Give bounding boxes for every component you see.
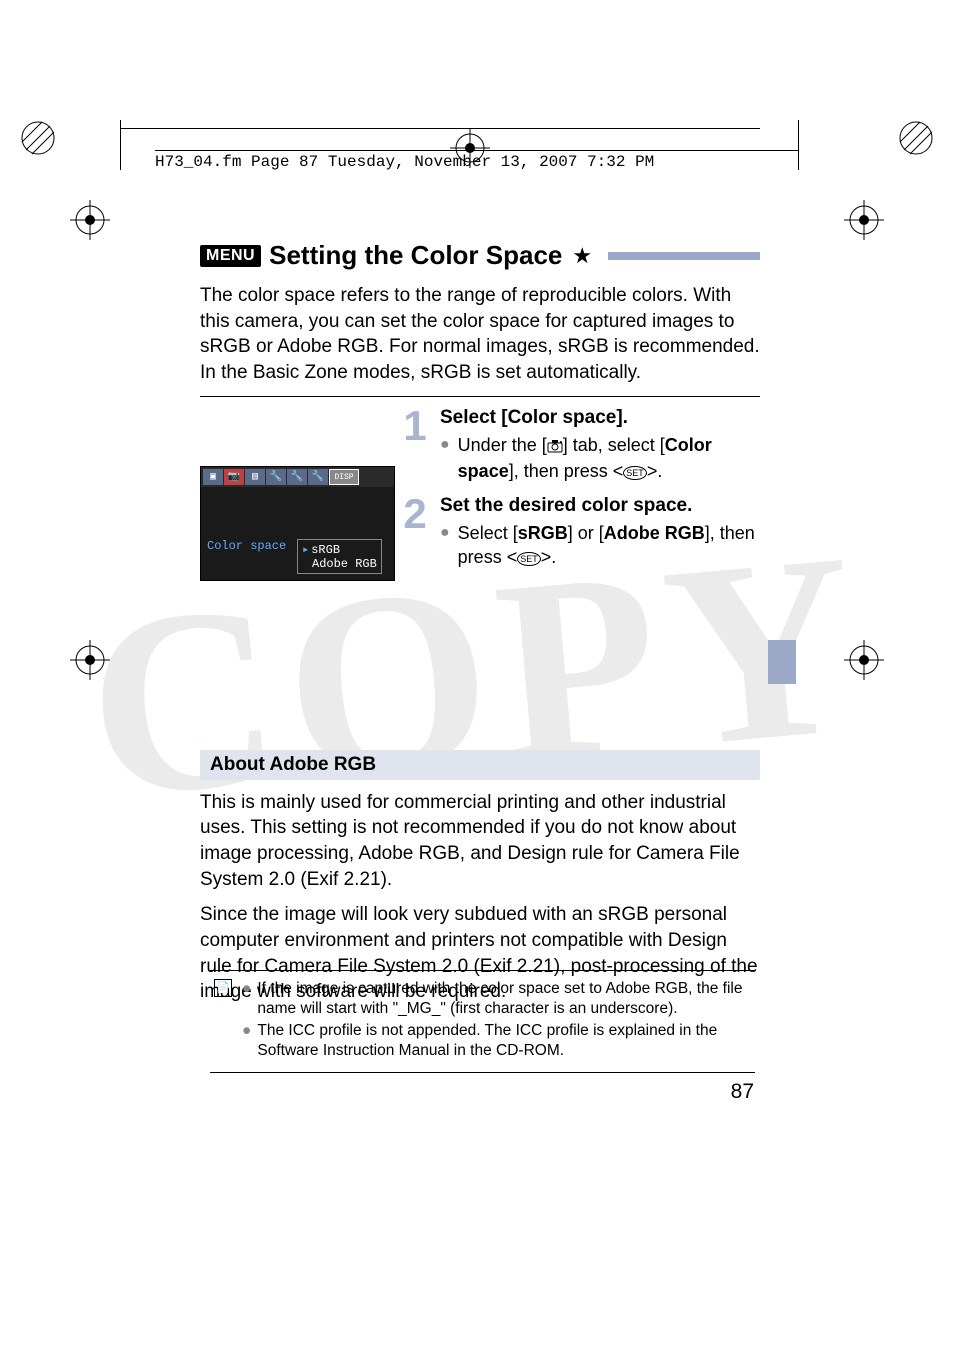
divider bbox=[200, 396, 760, 397]
menu-tabs: ▣ 📷 ▤ 🔧 🔧 🔧 DISP bbox=[201, 467, 394, 487]
note-icon: 📄 bbox=[214, 979, 232, 997]
registration-mark bbox=[844, 200, 884, 240]
menu-tab-camera2-icon: 📷 bbox=[224, 469, 244, 485]
step-1: 1 Select [Color space]. ● Under the [] t… bbox=[400, 407, 760, 484]
set-button-icon: SET bbox=[517, 552, 541, 566]
registration-mark bbox=[844, 640, 884, 680]
menu-tab-wrench3-icon: 🔧 bbox=[308, 469, 328, 485]
intro-paragraph: The color space refers to the range of r… bbox=[200, 283, 760, 386]
menu-item-label: Color space bbox=[207, 539, 297, 553]
menu-options: sRGB Adobe RGB bbox=[297, 539, 382, 574]
step-title: Select [Color space]. bbox=[440, 407, 760, 429]
menu-tab-disp: DISP bbox=[329, 469, 359, 485]
bullet-icon: ● bbox=[242, 1021, 251, 1061]
set-button-icon: SET bbox=[623, 466, 647, 480]
star-icon: ★ bbox=[572, 243, 592, 269]
menu-tab-wrench-icon: 🔧 bbox=[266, 469, 286, 485]
notes-box: 📄 ● If the image is captured with the co… bbox=[210, 970, 755, 1073]
note-item: ● If the image is captured with the colo… bbox=[242, 979, 749, 1019]
title-accent-bar bbox=[608, 252, 760, 260]
menu-badge: MENU bbox=[200, 245, 261, 267]
menu-tab-wrench2-icon: 🔧 bbox=[287, 469, 307, 485]
registration-mark bbox=[70, 200, 110, 240]
step-text: Under the [] tab, select [Color space], … bbox=[458, 433, 760, 484]
crop-line bbox=[120, 128, 760, 129]
step-number: 2 bbox=[400, 495, 430, 570]
step-text: Select [sRGB] or [Adobe RGB], then press… bbox=[458, 521, 760, 570]
bullet-icon: ● bbox=[242, 979, 251, 1019]
menu-tab-icon: ▣ bbox=[203, 469, 223, 485]
menu-option-srgb: sRGB bbox=[302, 542, 377, 557]
crop-line bbox=[120, 120, 121, 170]
step-title: Set the desired color space. bbox=[440, 495, 760, 517]
hatch-circle-icon bbox=[898, 120, 934, 156]
step-number: 1 bbox=[400, 407, 430, 484]
menu-tab-icon: ▤ bbox=[245, 469, 265, 485]
about-paragraph-1: This is mainly used for commercial print… bbox=[200, 790, 760, 893]
camera-menu-screenshot: ▣ 📷 ▤ 🔧 🔧 🔧 DISP Color space sRGB Adobe … bbox=[200, 466, 395, 581]
chapter-side-tab bbox=[768, 640, 796, 684]
hatch-circle-icon bbox=[20, 120, 56, 156]
page-header-running: H73_04.fm Page 87 Tuesday, November 13, … bbox=[155, 150, 799, 171]
registration-mark bbox=[70, 640, 110, 680]
step-2: 2 Set the desired color space. ● Select … bbox=[400, 495, 760, 570]
note-text: If the image is captured with the color … bbox=[257, 979, 749, 1019]
menu-option-adobergb: Adobe RGB bbox=[302, 557, 377, 571]
bullet-icon: ● bbox=[440, 521, 450, 570]
camera-tab-icon bbox=[547, 435, 563, 459]
bullet-icon: ● bbox=[440, 433, 450, 484]
note-item: ● The ICC profile is not appended. The I… bbox=[242, 1021, 749, 1061]
page-number: 87 bbox=[731, 1080, 754, 1104]
page-title-row: MENU Setting the Color Space ★ bbox=[200, 240, 760, 271]
page-title: Setting the Color Space bbox=[269, 240, 562, 271]
subheading-about: About Adobe RGB bbox=[200, 750, 760, 780]
note-text: The ICC profile is not appended. The ICC… bbox=[257, 1021, 749, 1061]
